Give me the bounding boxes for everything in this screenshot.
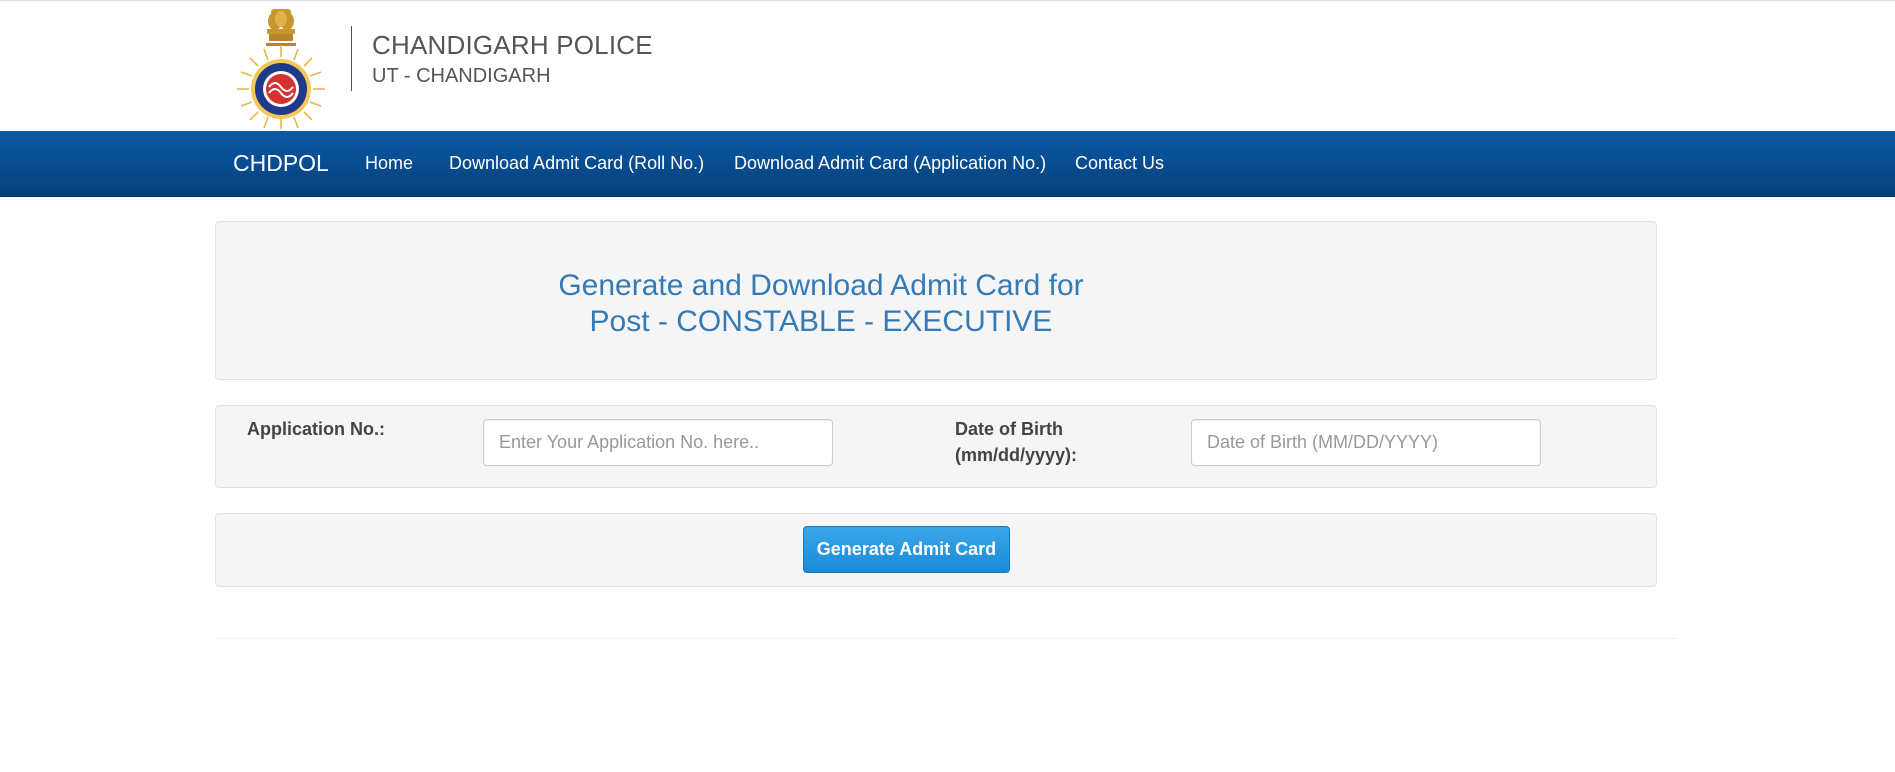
dob-label-line-2: (mm/dd/yyyy): xyxy=(955,445,1078,465)
dob-label-line-1: Date of Birth xyxy=(955,419,1063,439)
admit-card-form: Application No.: Date of Birth (mm/dd/yy… xyxy=(215,405,1657,488)
nav-item-contact-us[interactable]: Contact Us xyxy=(1075,153,1164,174)
application-no-label: Application No.: xyxy=(247,419,385,439)
chandigarh-police-emblem-icon xyxy=(237,9,325,129)
title-panel: Generate and Download Admit Card for Pos… xyxy=(215,221,1657,380)
main-navbar: CHDPOL Home Download Admit Card (Roll No… xyxy=(0,131,1895,197)
nav-item-home[interactable]: Home xyxy=(365,153,413,174)
dob-input[interactable] xyxy=(1191,419,1541,466)
page-title-line-2: Post - CONSTABLE - EXECUTIVE xyxy=(589,305,1053,338)
application-no-input[interactable] xyxy=(483,419,833,466)
dob-label: Date of Birth (mm/dd/yyyy): xyxy=(955,416,1077,468)
footer-divider xyxy=(215,638,1677,639)
org-subtitle: UT - CHANDIGARH xyxy=(372,65,551,87)
nav-item-download-roll-no[interactable]: Download Admit Card (Roll No.) xyxy=(449,153,704,174)
header-divider xyxy=(351,26,352,91)
nav-item-download-application-no[interactable]: Download Admit Card (Application No.) xyxy=(734,153,1046,174)
page-title-line-1: Generate and Download Admit Card for xyxy=(558,269,1084,302)
org-title: CHANDIGARH POLICE xyxy=(372,30,653,60)
generate-admit-card-button[interactable]: Generate Admit Card xyxy=(803,526,1010,573)
navbar-brand[interactable]: CHDPOL xyxy=(233,150,329,177)
site-header: CHANDIGARH POLICE UT - CHANDIGARH xyxy=(0,1,1895,130)
action-panel: Generate Admit Card xyxy=(215,513,1657,587)
